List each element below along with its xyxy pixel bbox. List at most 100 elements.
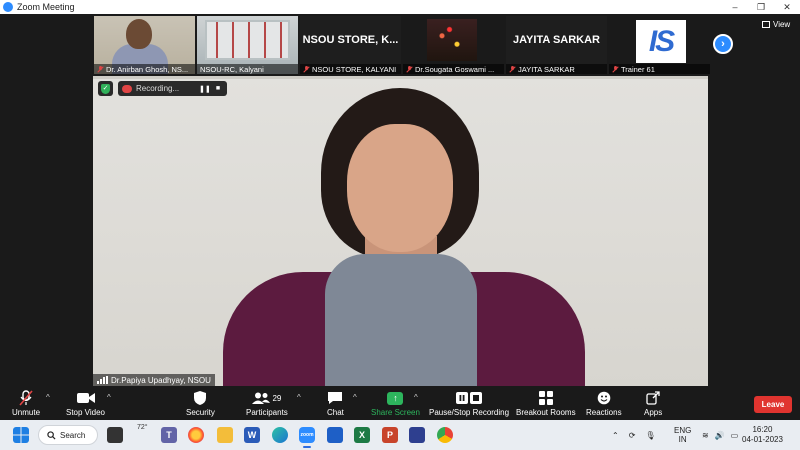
participant-logo: IS	[636, 20, 686, 63]
microphone-icon[interactable]: 🎙	[645, 431, 655, 440]
view-label: View	[773, 20, 791, 29]
close-button[interactable]: ✕	[774, 0, 800, 14]
share-screen-button[interactable]: ↑ Share Screen	[371, 390, 420, 417]
chrome-icon[interactable]	[437, 427, 453, 443]
os-taskbar: Search 72° T W zoom X P ⌃ ⟳ 🎙 ENG IN ≋ 🔊 …	[0, 420, 800, 450]
recording-label: Recording...	[136, 84, 180, 93]
leave-button[interactable]: Leave	[754, 396, 792, 413]
volume-icon[interactable]: 🔊	[715, 431, 725, 440]
meeting-area: Dr. Anirban Ghosh, NS... NSOU-RC, Kalyan…	[0, 14, 800, 388]
participants-count: 29	[272, 393, 282, 403]
store-icon[interactable]	[327, 427, 343, 443]
pause-recording-button[interactable]: ❚❚	[199, 85, 211, 93]
pause-stop-icon	[456, 392, 483, 404]
shield-icon	[194, 391, 207, 405]
unmute-button[interactable]: Unmute	[12, 390, 40, 417]
pause-stop-recording-button[interactable]: Pause/Stop Recording	[429, 390, 509, 417]
show-hidden-icons-icon[interactable]: ⌃	[612, 431, 619, 440]
zoom-app-icon	[3, 2, 13, 12]
windows-start-icon[interactable]	[13, 427, 29, 443]
language-code: ENG	[674, 426, 692, 435]
excel-icon[interactable]: X	[354, 427, 370, 443]
stop-recording-button[interactable]: ■	[213, 85, 223, 92]
window-controls: – ❐ ✕	[722, 0, 800, 14]
reactions-button[interactable]: Reactions	[586, 390, 622, 417]
breakout-rooms-icon	[538, 391, 553, 405]
mic-off-icon	[612, 65, 619, 73]
audio-options-caret[interactable]: ^	[46, 393, 50, 402]
speaker-name-tag: Dr.Papiya Upadhyay, NSOU	[93, 374, 215, 386]
clock[interactable]: 16:20 04-01-2023	[742, 425, 783, 445]
language-indicator[interactable]: ENG IN	[674, 420, 691, 450]
task-view-icon[interactable]	[107, 427, 123, 443]
stop-video-button[interactable]: Stop Video	[66, 390, 105, 417]
system-tray: ⌃ ⟳ 🎙	[612, 420, 656, 450]
participant-display-name: NSOU STORE, K...	[302, 34, 399, 46]
taskbar-search[interactable]: Search	[38, 425, 98, 445]
firefox-icon[interactable]	[188, 427, 204, 443]
participant-name: NSOU STORE, KALYANI	[312, 64, 397, 74]
speaker-name: Dr.Papiya Upadhyay, NSOU	[111, 375, 211, 385]
signal-strength-icon	[97, 376, 108, 384]
participants-icon	[252, 392, 271, 404]
participant-video	[205, 20, 290, 60]
share-options-caret[interactable]: ^	[414, 393, 418, 402]
chat-button[interactable]: Chat	[327, 390, 344, 417]
chat-bubble-icon	[328, 392, 343, 404]
share-screen-icon: ↑	[387, 391, 404, 405]
participant-tile[interactable]: Dr. Anirban Ghosh, NS...	[94, 16, 195, 74]
minimize-button[interactable]: –	[722, 0, 748, 14]
mic-off-icon	[406, 65, 413, 73]
clock-date: 04-01-2023	[742, 435, 783, 444]
video-camera-icon	[76, 393, 95, 403]
meeting-toolbar: Unmute ^ Stop Video ^ Security 29 Partic…	[0, 388, 800, 420]
zoom-active-indicator	[303, 446, 311, 448]
encryption-badge[interactable]: ✓	[98, 81, 113, 96]
participant-tile[interactable]: NSOU STORE, K... NSOU STORE, KALYANI	[300, 16, 401, 74]
region-code: IN	[678, 435, 687, 444]
whiteboard-icon[interactable]	[409, 427, 425, 443]
breakout-rooms-button[interactable]: Breakout Rooms	[516, 390, 576, 417]
mic-muted-icon	[19, 390, 33, 406]
network-volume-tray: ≋ 🔊 ▭	[702, 420, 738, 450]
participant-avatar	[427, 19, 477, 61]
participant-tile[interactable]: JAYITA SARKAR JAYITA SARKAR	[506, 16, 607, 74]
participants-options-caret[interactable]: ^	[297, 393, 301, 402]
view-button[interactable]: View	[762, 20, 790, 29]
search-icon	[47, 430, 56, 440]
powerpoint-icon[interactable]: P	[382, 427, 398, 443]
chat-options-caret[interactable]: ^	[353, 393, 357, 402]
speaker-face	[347, 124, 453, 252]
participant-tile[interactable]: NSOU-RC, Kalyani	[197, 16, 298, 74]
participant-name: Dr.Sougata Goswami ...	[415, 64, 495, 74]
apps-button[interactable]: Apps	[644, 390, 662, 417]
security-button[interactable]: Security	[186, 390, 215, 417]
speaker-sweater	[325, 254, 477, 386]
battery-icon[interactable]: ▭	[731, 431, 739, 440]
participant-display-name: JAYITA SARKAR	[513, 34, 600, 46]
word-icon[interactable]: W	[244, 427, 260, 443]
teams-chat-icon[interactable]: T	[161, 427, 177, 443]
file-explorer-icon[interactable]	[217, 427, 233, 443]
participant-tile[interactable]: Dr.Sougata Goswami ...	[403, 16, 504, 74]
participants-button[interactable]: 29 Participants	[246, 390, 288, 417]
weather-temp: 72°	[137, 424, 148, 431]
zoom-icon[interactable]: zoom	[299, 427, 315, 443]
mic-off-icon	[509, 65, 516, 73]
maximize-button[interactable]: ❐	[748, 0, 774, 14]
wifi-icon[interactable]: ≋	[702, 431, 709, 440]
weather-widget[interactable]: 72°	[137, 424, 148, 431]
grid-view-icon	[762, 21, 770, 28]
next-page-button[interactable]: ›	[713, 34, 733, 54]
sync-icon[interactable]: ⟳	[629, 431, 636, 440]
edge-icon[interactable]	[272, 427, 288, 443]
apps-icon	[646, 391, 660, 405]
mic-off-icon	[97, 65, 104, 73]
participant-video-face	[126, 19, 152, 49]
recording-indicator: Recording... ❚❚ ■	[118, 81, 227, 96]
shield-icon: ✓	[101, 83, 110, 94]
video-options-caret[interactable]: ^	[107, 393, 111, 402]
active-speaker-video: ✓ Recording... ❚❚ ■ Dr.Papiya Upadhyay, …	[93, 76, 708, 386]
participant-name: JAYITA SARKAR	[518, 64, 575, 74]
participant-tile[interactable]: IS Trainer 61	[609, 16, 710, 74]
